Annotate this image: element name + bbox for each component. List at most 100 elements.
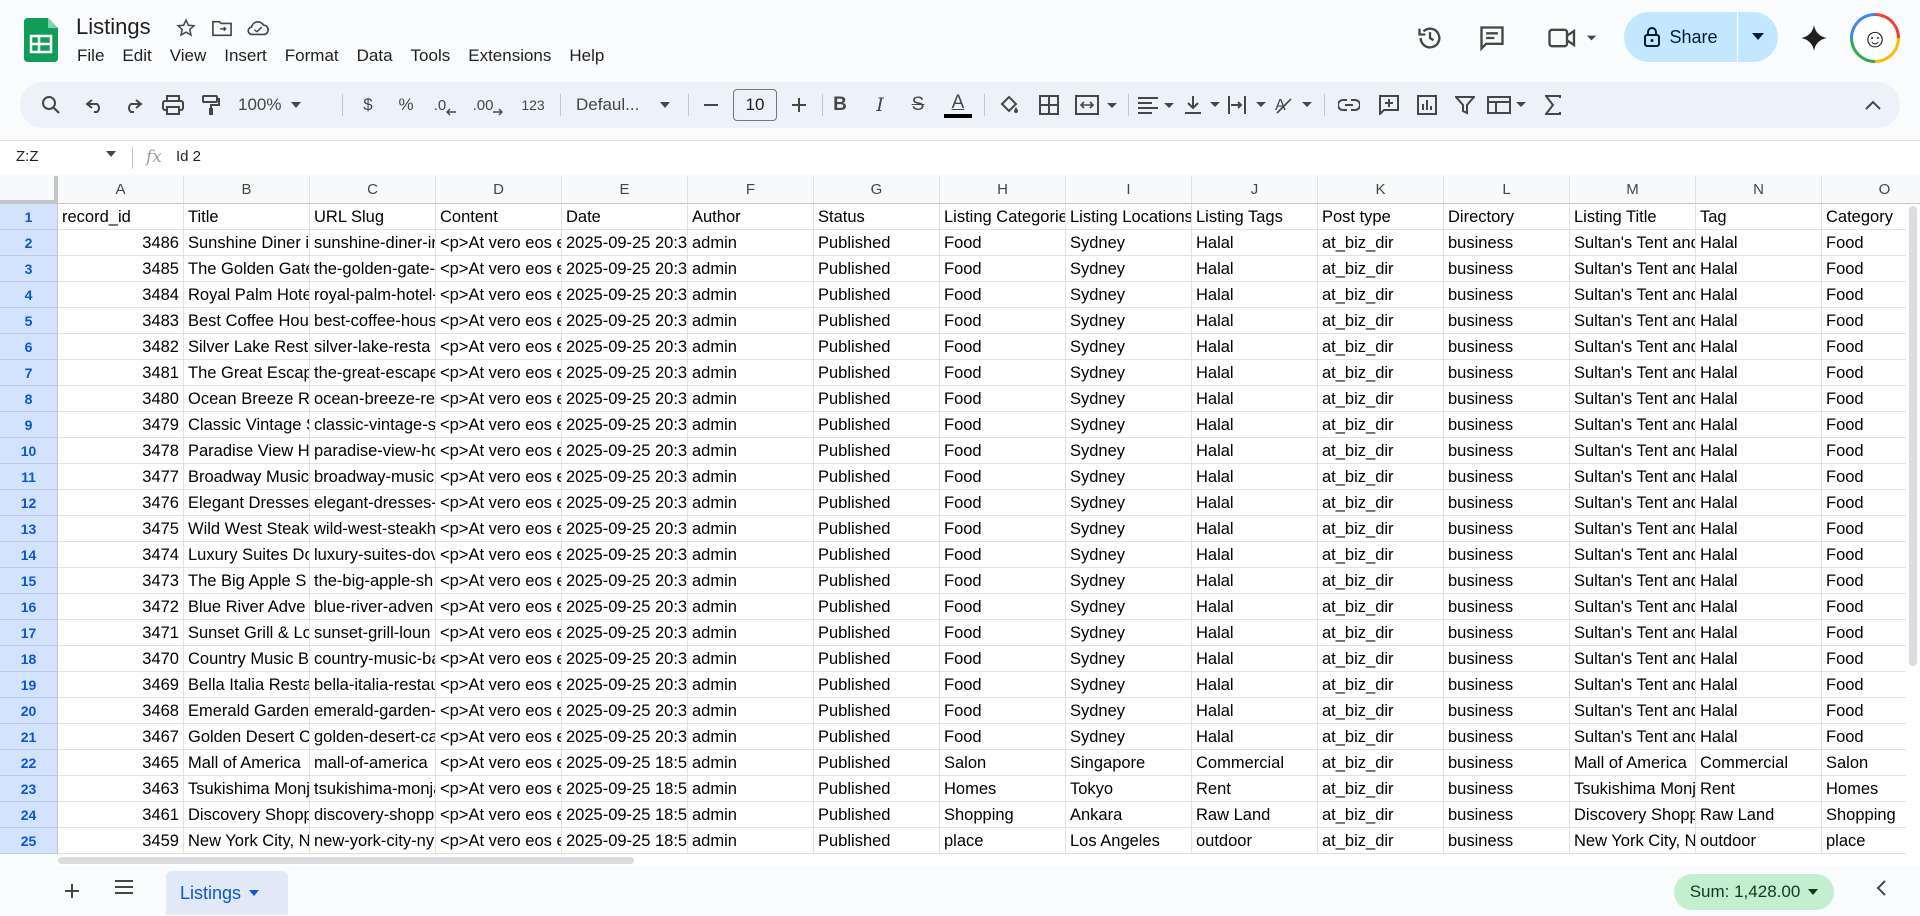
name-box[interactable]: Z:Z [16, 148, 116, 165]
table-cell[interactable]: <p>At vero eos e [436, 828, 562, 854]
table-cell[interactable]: Salon [940, 750, 1066, 776]
table-cell[interactable]: 2025-09-25 20:3 [562, 672, 688, 698]
table-cell[interactable]: admin [688, 490, 814, 516]
functions-icon[interactable] [1536, 90, 1570, 120]
table-cell[interactable]: paradise-view-ho [310, 438, 436, 464]
table-cell[interactable]: 2025-09-25 20:3 [562, 542, 688, 568]
table-cell[interactable]: 2025-09-25 18:5 [562, 776, 688, 802]
table-cell[interactable]: business [1444, 802, 1570, 828]
table-cell[interactable]: Halal [1192, 360, 1318, 386]
spreadsheet-grid[interactable]: A B C D E F G H I J K L M N O 1 record_id Title URL Slug Co… [0, 176, 1920, 854]
table-cell[interactable]: Homes [940, 776, 1066, 802]
column-header-d[interactable]: D [436, 176, 562, 204]
row-header[interactable]: 15 [0, 568, 58, 594]
all-sheets-icon[interactable] [114, 879, 134, 900]
table-cell[interactable]: <p>At vero eos e [436, 334, 562, 360]
table-cell[interactable]: <p>At vero eos e [436, 620, 562, 646]
table-cell[interactable]: 2025-09-25 20:3 [562, 594, 688, 620]
table-cell[interactable]: place [940, 828, 1066, 854]
more-formats-button[interactable]: 123 [516, 90, 550, 120]
sheets-logo-icon[interactable] [24, 18, 58, 62]
table-cell[interactable]: 3461 [58, 802, 184, 828]
table-cell[interactable]: at_biz_dir [1318, 490, 1444, 516]
row-header[interactable]: 6 [0, 334, 58, 360]
table-cell[interactable]: admin [688, 542, 814, 568]
caret-down-icon[interactable] [249, 890, 260, 896]
table-cell[interactable]: 2025-09-25 18:5 [562, 828, 688, 854]
table-cell[interactable]: business [1444, 620, 1570, 646]
table-cell[interactable]: outdoor [1696, 828, 1822, 854]
table-cell[interactable]: <p>At vero eos e [436, 776, 562, 802]
table-cell[interactable]: at_biz_dir [1318, 828, 1444, 854]
table-cell[interactable]: Tsukishima Monj [184, 776, 310, 802]
table-cell[interactable]: Commercial [1192, 750, 1318, 776]
menu-view[interactable]: View [161, 44, 216, 68]
table-cell[interactable]: admin [688, 412, 814, 438]
table-cell[interactable]: the-great-escape [310, 360, 436, 386]
table-cell[interactable]: 2025-09-25 20:3 [562, 438, 688, 464]
table-cell[interactable]: Food [940, 698, 1066, 724]
table-cell[interactable]: Emerald Garden [184, 698, 310, 724]
table-cell[interactable]: Sydney [1066, 594, 1192, 620]
table-cell[interactable]: Sultan's Tent and [1570, 386, 1696, 412]
table-cell[interactable]: at_biz_dir [1318, 438, 1444, 464]
table-cell[interactable]: Sydney [1066, 490, 1192, 516]
table-cell[interactable]: Published [814, 308, 940, 334]
row-header[interactable]: 25 [0, 828, 58, 854]
table-cell[interactable]: Rent [1192, 776, 1318, 802]
header-cell[interactable]: Author [688, 204, 814, 230]
header-cell[interactable]: Listing Title [1570, 204, 1696, 230]
table-cell[interactable]: Ocean Breeze R [184, 386, 310, 412]
table-cell[interactable]: <p>At vero eos e [436, 230, 562, 256]
table-cell[interactable]: Mall of America [184, 750, 310, 776]
row-header[interactable]: 12 [0, 490, 58, 516]
table-cell[interactable]: at_biz_dir [1318, 334, 1444, 360]
table-cell[interactable]: admin [688, 464, 814, 490]
table-cell[interactable]: admin [688, 672, 814, 698]
table-cell[interactable]: 2025-09-25 20:3 [562, 334, 688, 360]
table-cell[interactable]: Halal [1696, 724, 1822, 750]
table-cell[interactable]: at_biz_dir [1318, 698, 1444, 724]
table-cell[interactable]: ocean-breeze-re [310, 386, 436, 412]
table-cell[interactable]: <p>At vero eos e [436, 568, 562, 594]
cloud-status-icon[interactable] [246, 16, 270, 40]
table-cell[interactable]: Golden Desert C [184, 724, 310, 750]
horizontal-scrollbar-thumb[interactable] [58, 857, 634, 864]
table-cell[interactable]: Published [814, 386, 940, 412]
table-cell[interactable]: Paradise View H [184, 438, 310, 464]
table-cell[interactable]: Sultan's Tent and [1570, 646, 1696, 672]
header-cell[interactable]: Directory [1444, 204, 1570, 230]
table-cell[interactable]: at_biz_dir [1318, 360, 1444, 386]
table-cell[interactable]: Halal [1192, 386, 1318, 412]
table-cell[interactable]: classic-vintage-s [310, 412, 436, 438]
table-cell[interactable]: 3476 [58, 490, 184, 516]
column-header-h[interactable]: H [940, 176, 1066, 204]
table-cell[interactable]: business [1444, 568, 1570, 594]
table-cell[interactable]: admin [688, 386, 814, 412]
table-cell[interactable]: Halal [1696, 464, 1822, 490]
table-cell[interactable]: Halal [1696, 360, 1822, 386]
table-cell[interactable]: <p>At vero eos e [436, 672, 562, 698]
vertical-align-icon[interactable] [1182, 90, 1224, 120]
table-cell[interactable]: Published [814, 412, 940, 438]
table-cell[interactable]: admin [688, 334, 814, 360]
table-cell[interactable]: discovery-shopp [310, 802, 436, 828]
table-cell[interactable]: Food [940, 412, 1066, 438]
table-cell[interactable]: Published [814, 698, 940, 724]
table-cell[interactable]: 3471 [58, 620, 184, 646]
table-cell[interactable]: business [1444, 490, 1570, 516]
table-cell[interactable]: Published [814, 542, 940, 568]
table-cell[interactable]: at_biz_dir [1318, 620, 1444, 646]
star-icon[interactable] [174, 16, 198, 40]
table-cell[interactable]: Sultan's Tent and [1570, 360, 1696, 386]
table-cell[interactable]: Halal [1696, 230, 1822, 256]
table-cell[interactable]: Tokyo [1066, 776, 1192, 802]
table-cell[interactable]: Halal [1192, 438, 1318, 464]
table-cell[interactable]: Sydney [1066, 282, 1192, 308]
table-cell[interactable]: luxury-suites-dov [310, 542, 436, 568]
table-cell[interactable]: Sydney [1066, 438, 1192, 464]
table-cell[interactable]: <p>At vero eos e [436, 490, 562, 516]
row-header[interactable]: 11 [0, 464, 58, 490]
table-cell[interactable]: at_biz_dir [1318, 386, 1444, 412]
header-cell[interactable]: Title [184, 204, 310, 230]
